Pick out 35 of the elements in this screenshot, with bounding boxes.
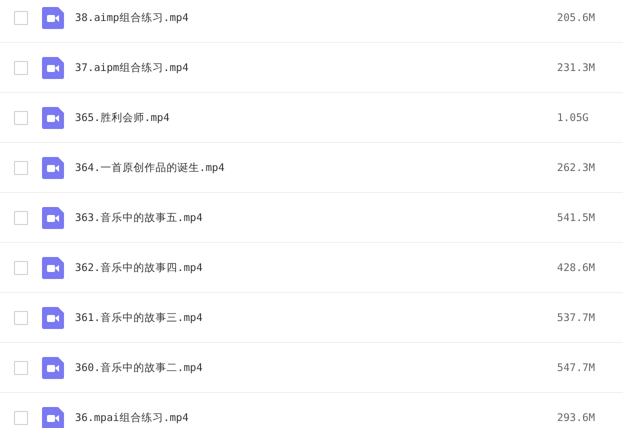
file-size: 547.7M — [557, 362, 596, 374]
video-file-icon — [42, 156, 64, 178]
file-name[interactable]: 36.mpai组合练习.mp4 — [75, 410, 557, 424]
video-file-icon — [42, 306, 64, 328]
file-name[interactable]: 37.aipm组合练习.mp4 — [75, 60, 557, 74]
video-file-icon — [42, 256, 64, 278]
file-size: 541.5M — [557, 212, 596, 224]
checkbox[interactable] — [14, 410, 28, 424]
file-name[interactable]: 363.音乐中的故事五.mp4 — [75, 210, 557, 224]
file-size: 1.05G — [557, 112, 590, 124]
file-name[interactable]: 38.aimp组合练习.mp4 — [75, 10, 557, 24]
file-size: 231.3M — [557, 62, 596, 74]
file-size: 428.6M — [557, 262, 596, 274]
file-size: 537.7M — [557, 312, 596, 324]
video-file-icon — [42, 206, 64, 228]
video-file-icon — [42, 106, 64, 128]
checkbox[interactable] — [14, 60, 28, 74]
checkbox[interactable] — [14, 260, 28, 274]
file-size: 293.6M — [557, 412, 596, 424]
video-file-icon — [42, 356, 64, 378]
file-name[interactable]: 365.胜利会师.mp4 — [75, 110, 557, 124]
checkbox[interactable] — [14, 210, 28, 224]
checkbox[interactable] — [14, 160, 28, 174]
file-size: 262.3M — [557, 162, 596, 174]
file-name[interactable]: 364.一首原创作品的诞生.mp4 — [75, 160, 557, 174]
checkbox[interactable] — [14, 110, 28, 124]
file-name[interactable]: 361.音乐中的故事三.mp4 — [75, 310, 557, 324]
file-name[interactable]: 360.音乐中的故事二.mp4 — [75, 360, 557, 374]
checkbox[interactable] — [14, 360, 28, 374]
checkbox[interactable] — [14, 10, 28, 24]
video-file-icon — [42, 6, 64, 28]
file-size: 205.6M — [557, 12, 596, 24]
video-file-icon — [42, 56, 64, 78]
checkbox[interactable] — [14, 310, 28, 324]
file-name[interactable]: 362.音乐中的故事四.mp4 — [75, 260, 557, 274]
